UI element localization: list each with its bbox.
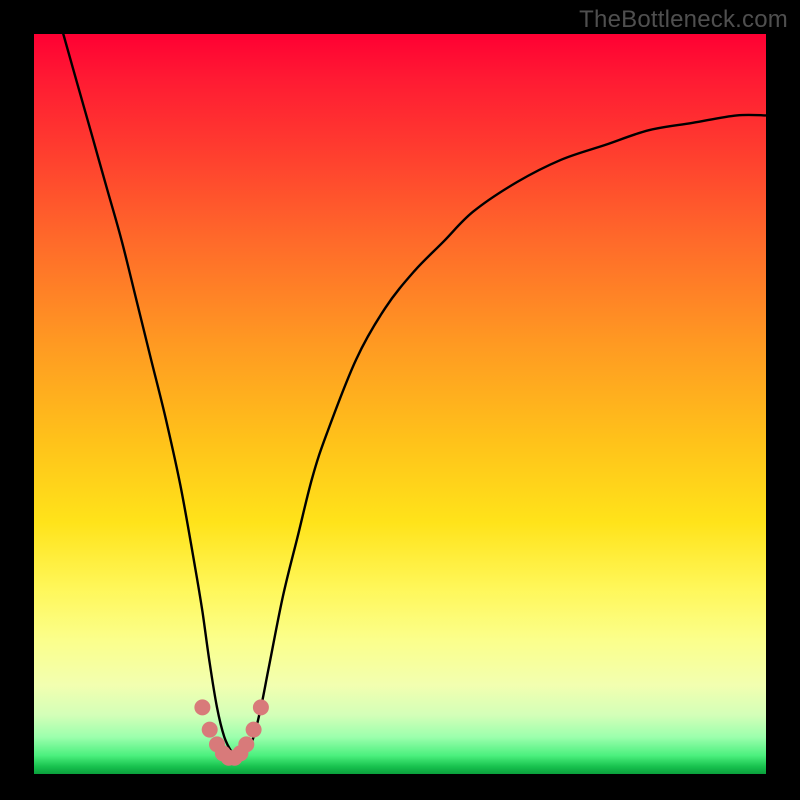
valley-marker (238, 736, 254, 752)
valley-marker-group (194, 699, 269, 765)
valley-marker (253, 699, 269, 715)
chart-frame: TheBottleneck.com (0, 0, 800, 800)
plot-area (34, 34, 766, 774)
valley-marker (246, 722, 262, 738)
watermark-text: TheBottleneck.com (579, 6, 788, 34)
bottleneck-curve (63, 34, 766, 759)
valley-marker (202, 722, 218, 738)
valley-marker (194, 699, 210, 715)
curve-svg (34, 34, 766, 774)
